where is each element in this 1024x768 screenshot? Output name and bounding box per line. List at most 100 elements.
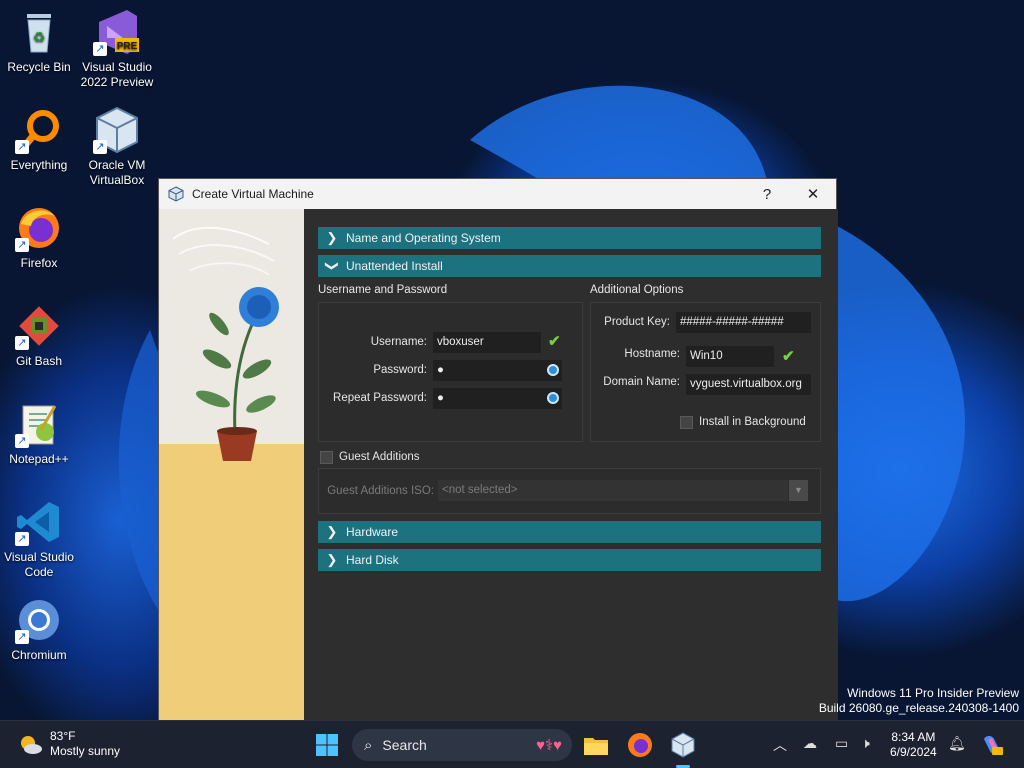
svg-text:♻: ♻ [33, 29, 46, 45]
chevron-right-icon: ❯ [326, 552, 338, 567]
dropdown-arrow-icon[interactable]: ▼ [789, 480, 808, 501]
username-input[interactable]: vboxuser [433, 332, 541, 353]
chevron-right-icon: ❯ [326, 230, 338, 245]
repeat-password-label: Repeat Password: [333, 392, 427, 404]
virtualbox-icon [168, 186, 184, 202]
visual-studio-icon: PRE ↗ [93, 8, 141, 56]
taskbar: 83°F Mostly sunny ⌕ Search ♥⚕♥ ︿ ☁ ▭ 🕨 8… [0, 720, 1024, 768]
desktop-icon-label: Everything [10, 158, 68, 172]
section-hardware[interactable]: ❯ Hardware [318, 521, 821, 543]
additional-options-group-label: Additional Options [590, 284, 684, 296]
desktop-icon-visual-studio-2022-preview[interactable]: PRE ↗ Visual Studio 2022 Preview [78, 8, 156, 90]
user-pass-group-label: Username and Password [318, 284, 448, 296]
hostname-valid-check-icon: ✔ [782, 348, 795, 365]
username-valid-check-icon: ✔ [548, 333, 561, 350]
help-button[interactable]: ? [744, 186, 790, 203]
shortcut-arrow-icon: ↗ [93, 42, 107, 56]
virtualbox-icon: ↗ [93, 106, 141, 154]
windows-start-icon[interactable] [315, 733, 339, 757]
watermark-build: Build 26080.ge_release.240308-1400 [818, 701, 1019, 715]
firefox-taskbar-icon[interactable] [626, 731, 654, 759]
show-repeat-password-eye-icon[interactable] [547, 392, 559, 404]
recycle-bin-icon: ♻ [15, 8, 63, 56]
partly-sunny-icon [21, 736, 42, 754]
product-key-label: Product Key: [604, 316, 670, 328]
section-title: Unattended Install [346, 259, 443, 273]
desktop-icon-everything[interactable]: ↗ Everything [0, 106, 78, 173]
install-in-background-checkbox[interactable] [680, 416, 693, 429]
chevron-down-icon: ❯ [325, 260, 340, 272]
clock-time: 8:34 AM [891, 730, 936, 744]
section-name-and-os[interactable]: ❯ Name and Operating System [318, 227, 821, 249]
password-input[interactable]: ● [433, 360, 562, 381]
weather-temperature: 83°F [50, 729, 76, 743]
section-title: Name and Operating System [346, 231, 501, 245]
display-icon[interactable]: ▭ [835, 735, 848, 752]
product-key-input[interactable]: #####-#####-##### [676, 312, 811, 333]
vscode-icon: ↗ [15, 498, 63, 546]
desktop-icon-firefox[interactable]: ↗ Firefox [0, 204, 78, 271]
desktop-icon-chromium[interactable]: ↗ Chromium [0, 596, 78, 663]
install-in-background-label[interactable]: Install in Background [699, 416, 806, 428]
section-title: Hardware [346, 525, 399, 539]
show-hidden-icons-chevron-up-icon[interactable]: ︿ [773, 735, 787, 755]
search-label: Search [382, 737, 427, 753]
search-highlight-icon: ♥⚕♥ [536, 737, 562, 754]
weather-condition: Mostly sunny [50, 744, 121, 758]
password-label: Password: [373, 364, 427, 376]
section-unattended-install[interactable]: ❯ Unattended Install [318, 255, 821, 277]
desktop-icon-label: Visual Studio Code [4, 550, 74, 579]
domain-name-label: Domain Name: [603, 376, 680, 388]
desktop-icon-virtualbox[interactable]: ↗ Oracle VM VirtualBox [78, 106, 156, 188]
desktop-icon-label: Visual Studio 2022 Preview [80, 60, 154, 89]
show-password-eye-icon[interactable] [547, 364, 559, 376]
volume-muted-icon[interactable]: 🕨 [861, 735, 870, 752]
file-explorer-icon[interactable] [582, 731, 610, 759]
guest-additions-label[interactable]: Guest Additions [339, 451, 420, 463]
windows-build-watermark: Windows 11 Pro Insider Preview Build 260… [819, 686, 1019, 716]
shortcut-arrow-icon: ↗ [15, 336, 29, 350]
shortcut-arrow-icon: ↗ [15, 630, 29, 644]
desktop-icon-git-bash[interactable]: ↗ Git Bash [0, 302, 78, 369]
guest-additions-checkbox[interactable] [320, 451, 333, 464]
copilot-icon[interactable] [980, 733, 1004, 757]
hostname-input[interactable]: Win10 [686, 346, 774, 367]
magnifier-icon: ↗ [15, 106, 63, 154]
firefox-icon: ↗ [15, 204, 63, 252]
dialog-titlebar[interactable]: Create Virtual Machine ? ✕ [159, 179, 836, 209]
shortcut-arrow-icon: ↗ [15, 532, 29, 546]
close-button[interactable]: ✕ [790, 185, 836, 203]
clock-date: 6/9/2024 [890, 745, 937, 759]
chromium-icon: ↗ [15, 596, 63, 644]
repeat-password-input[interactable]: ● [433, 388, 562, 409]
chevron-right-icon: ❯ [326, 524, 338, 539]
desktop-icon-label: Chromium [11, 648, 67, 662]
section-hard-disk[interactable]: ❯ Hard Disk [318, 549, 821, 571]
create-vm-dialog: Create Virtual Machine ? ✕ ❯ Name and Op… [158, 178, 838, 721]
shortcut-arrow-icon: ↗ [15, 238, 29, 252]
username-label: Username: [370, 336, 427, 348]
desktop-icon-label: Notepad++ [9, 452, 69, 466]
desktop-icon-vscode[interactable]: ↗ Visual Studio Code [0, 498, 78, 580]
network-disconnected-icon[interactable]: ☁ [803, 735, 817, 752]
shortcut-arrow-icon: ↗ [15, 434, 29, 448]
notifications-bell-icon[interactable]: 🔔︎ [948, 735, 966, 752]
taskbar-search[interactable]: ⌕ Search ♥⚕♥ [352, 729, 572, 761]
guest-additions-iso-select[interactable]: <not selected> [438, 480, 788, 501]
desktop-icon-notepad-plus-plus[interactable]: ↗ Notepad++ [0, 400, 78, 467]
desktop-icon-label: Firefox [20, 256, 58, 270]
wizard-side-illustration [159, 209, 304, 721]
shortcut-arrow-icon: ↗ [15, 140, 29, 154]
git-bash-icon: ↗ [15, 302, 63, 350]
svg-text:PRE: PRE [117, 41, 138, 52]
search-icon: ⌕ [364, 736, 373, 754]
wizard-content: ❯ Name and Operating System ❯ Unattended… [304, 209, 838, 721]
desktop-icon-recycle-bin[interactable]: ♻ Recycle Bin [0, 8, 78, 75]
shortcut-arrow-icon: ↗ [93, 140, 107, 154]
hostname-label: Hostname: [624, 348, 680, 360]
weather-widget[interactable]: 83°F Mostly sunny [18, 729, 120, 759]
domain-name-input[interactable]: vyguest.virtualbox.org [686, 374, 811, 395]
virtualbox-taskbar-icon[interactable] [669, 731, 697, 759]
taskbar-clock[interactable]: 8:34 AM 6/9/2024 [890, 730, 937, 760]
desktop-icon-label: Recycle Bin [7, 60, 71, 74]
